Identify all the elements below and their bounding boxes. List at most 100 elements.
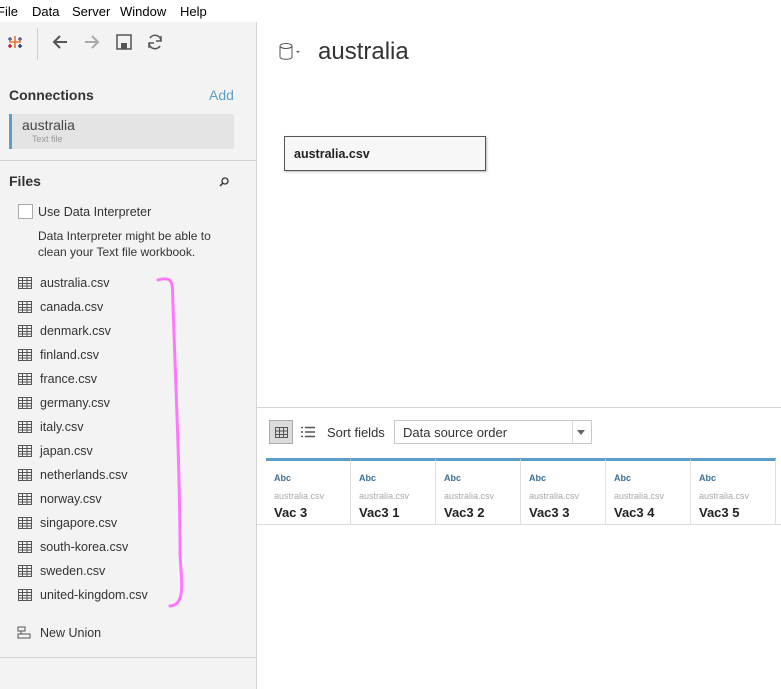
field-type: Abc [529, 473, 547, 483]
table-icon [18, 517, 32, 529]
file-item[interactable]: france.csv [18, 370, 97, 388]
file-name: sweden.csv [40, 564, 106, 578]
file-name: denmark.csv [40, 324, 111, 338]
connection-type: Text file [32, 134, 63, 144]
field-column-header[interactable]: Abc australia.csv Vac3 4 [606, 458, 691, 524]
file-name: south-korea.csv [40, 540, 129, 554]
table-icon [18, 373, 32, 385]
connection-item[interactable]: australia Text file [9, 114, 234, 149]
field-source: australia.csv [614, 491, 665, 501]
menu-help[interactable]: Help [180, 4, 207, 19]
connection-name: australia [22, 117, 75, 133]
file-item[interactable]: canada.csv [18, 298, 103, 316]
divider [257, 407, 781, 408]
field-name: Vac3 2 [444, 505, 485, 520]
table-icon [18, 325, 32, 337]
field-column-header[interactable]: Abc australia.csv Vac3 1 [351, 458, 436, 524]
select-separator [572, 421, 573, 443]
field-column-header[interactable]: Abc australia.csv Vac3 5 [691, 458, 776, 524]
back-arrow-icon[interactable] [50, 32, 70, 52]
search-icon[interactable] [218, 176, 230, 188]
tableau-logo-icon[interactable] [5, 32, 25, 52]
menu-bar: File Data Server Window Help [0, 0, 781, 22]
field-name: Vac3 4 [614, 505, 655, 520]
new-union-button[interactable]: New Union [40, 626, 101, 640]
field-type: Abc [614, 473, 632, 483]
connections-heading: Connections [9, 87, 94, 103]
table-icon [18, 589, 32, 601]
field-name: Vac3 5 [699, 505, 740, 520]
file-name: japan.csv [40, 444, 93, 458]
file-name: singapore.csv [40, 516, 118, 530]
file-item[interactable]: japan.csv [18, 442, 93, 460]
annotation-bracket [156, 277, 184, 608]
field-source: australia.csv [274, 491, 325, 501]
data-interpreter-checkbox[interactable] [18, 204, 33, 219]
field-source: australia.csv [444, 491, 495, 501]
field-type: Abc [699, 473, 717, 483]
table-icon [18, 469, 32, 481]
forward-arrow-icon[interactable] [82, 32, 102, 52]
file-item[interactable]: south-korea.csv [18, 538, 128, 556]
divider [0, 657, 257, 658]
file-item[interactable]: singapore.csv [18, 514, 117, 532]
file-name: germany.csv [40, 396, 110, 410]
grid-view-button[interactable] [269, 420, 293, 444]
file-item[interactable]: sweden.csv [18, 562, 105, 580]
sort-fields-value: Data source order [403, 425, 508, 440]
data-interpreter-hint: clean your Text file workbook. [38, 245, 196, 259]
save-icon[interactable] [114, 32, 134, 52]
datasource-title[interactable]: australia [318, 38, 409, 66]
file-name: australia.csv [40, 276, 110, 290]
menu-data[interactable]: Data [32, 4, 59, 19]
field-name: Vac 3 [274, 505, 308, 520]
table-icon [18, 301, 32, 313]
list-view-icon[interactable] [301, 426, 315, 438]
file-item[interactable]: australia.csv [18, 274, 109, 292]
table-icon [18, 397, 32, 409]
field-column-header[interactable]: Abc australia.csv Vac 3 [266, 458, 351, 524]
file-name: netherlands.csv [40, 468, 128, 482]
table-tile[interactable]: australia.csv [284, 136, 486, 171]
file-item[interactable]: germany.csv [18, 394, 110, 412]
file-item[interactable]: united-kingdom.csv [18, 586, 148, 604]
field-name: Vac3 3 [529, 505, 570, 520]
field-source: australia.csv [529, 491, 580, 501]
refresh-icon[interactable] [145, 32, 165, 52]
sort-fields-select[interactable]: Data source order [394, 420, 592, 444]
field-type: Abc [444, 473, 462, 483]
file-item[interactable]: italy.csv [18, 418, 84, 436]
table-icon [18, 277, 32, 289]
file-item[interactable]: norway.csv [18, 490, 102, 508]
menu-window[interactable]: Window [120, 4, 166, 19]
menu-file[interactable]: File [0, 4, 18, 19]
table-tile-label: australia.csv [294, 147, 370, 161]
toolbar-separator [37, 28, 38, 60]
table-icon [18, 445, 32, 457]
table-icon [18, 541, 32, 553]
field-column-header[interactable]: Abc australia.csv Vac3 3 [521, 458, 606, 524]
data-interpreter-hint: Data Interpreter might be able to [38, 229, 211, 243]
file-item[interactable]: finland.csv [18, 346, 99, 364]
field-name: Vac3 1 [359, 505, 400, 520]
field-type: Abc [274, 473, 292, 483]
field-source: australia.csv [359, 491, 410, 501]
file-name: italy.csv [40, 420, 84, 434]
menu-server[interactable]: Server [72, 4, 110, 19]
field-source: australia.csv [699, 491, 750, 501]
grid-icon [275, 427, 288, 438]
files-heading: Files [9, 173, 41, 189]
file-name: united-kingdom.csv [40, 588, 148, 602]
field-column-header[interactable]: Abc australia.csv Vac3 2 [436, 458, 521, 524]
datasource-icon[interactable] [278, 42, 304, 62]
file-name: canada.csv [40, 300, 104, 314]
table-icon [18, 349, 32, 361]
file-name: finland.csv [40, 348, 100, 362]
file-item[interactable]: denmark.csv [18, 322, 111, 340]
file-item[interactable]: netherlands.csv [18, 466, 128, 484]
divider [0, 160, 257, 161]
chevron-down-icon [577, 430, 585, 435]
data-interpreter-label[interactable]: Use Data Interpreter [38, 205, 151, 219]
add-connection-link[interactable]: Add [209, 87, 234, 103]
file-name: norway.csv [40, 492, 102, 506]
